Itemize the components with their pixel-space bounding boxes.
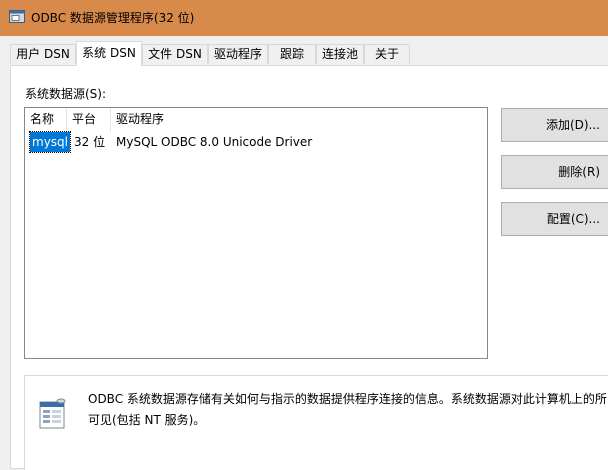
configure-button[interactable]: 配置(C)... bbox=[501, 202, 608, 236]
data-source-info-icon bbox=[39, 398, 66, 429]
table-row[interactable]: mysql 32 位 MySQL ODBC 8.0 Unicode Driver bbox=[25, 131, 487, 153]
column-header-name[interactable]: 名称 bbox=[25, 108, 67, 132]
title-bar: ODBC 数据源管理程序(32 位) bbox=[0, 0, 608, 36]
data-source-list[interactable]: 名称 平台 驱动程序 mysql 32 位 MySQL ODBC 8.0 Uni… bbox=[24, 107, 488, 359]
row-name-cell[interactable]: mysql bbox=[29, 131, 71, 153]
remove-button[interactable]: 删除(R) bbox=[501, 155, 608, 189]
tab-tracing[interactable]: 跟踪 bbox=[268, 44, 316, 64]
info-text-line-2: 可见(包括 NT 服务)。 bbox=[88, 413, 206, 427]
info-text: ODBC 系统数据源存储有关如何与指示的数据提供程序连接的信息。系统数据源对此计… bbox=[88, 389, 608, 431]
tab-drivers[interactable]: 驱动程序 bbox=[208, 44, 268, 64]
column-header-platform[interactable]: 平台 bbox=[67, 108, 111, 132]
row-platform-cell: 32 位 bbox=[74, 135, 106, 149]
window-title: ODBC 数据源管理程序(32 位) bbox=[31, 11, 195, 25]
tab-about[interactable]: 关于 bbox=[364, 44, 410, 64]
add-button[interactable]: 添加(D)... bbox=[501, 108, 608, 142]
tab-system-dsn[interactable]: 系统 DSN bbox=[76, 41, 142, 66]
tab-user-dsn[interactable]: 用户 DSN bbox=[10, 44, 76, 64]
tab-connection-pooling[interactable]: 连接池 bbox=[316, 44, 364, 64]
tab-file-dsn[interactable]: 文件 DSN bbox=[142, 44, 208, 64]
row-driver-cell: MySQL ODBC 8.0 Unicode Driver bbox=[116, 135, 313, 149]
tab-strip: 用户 DSN 系统 DSN 文件 DSN 驱动程序 跟踪 连接池 关于 bbox=[0, 36, 608, 66]
info-text-line-1: ODBC 系统数据源存储有关如何与指示的数据提供程序连接的信息。系统数据源对此计… bbox=[88, 392, 607, 406]
system-data-sources-label: 系统数据源(S): bbox=[25, 87, 107, 101]
odbc-app-icon bbox=[9, 10, 25, 23]
column-header-driver[interactable]: 驱动程序 bbox=[111, 108, 487, 132]
